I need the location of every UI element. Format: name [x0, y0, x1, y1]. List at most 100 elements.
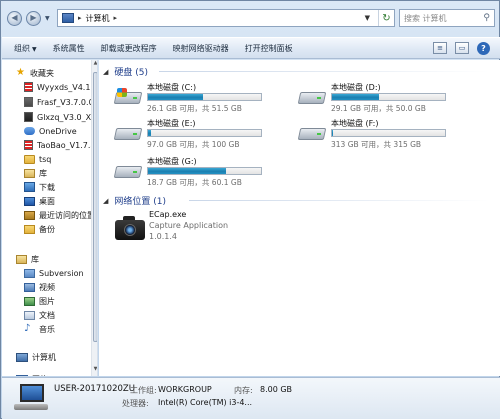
breadcrumb-computer[interactable]: 计算机 — [86, 13, 110, 24]
computer-name: USER-20171020ZU — [54, 384, 135, 394]
nav-lib-item[interactable]: ♪ 音乐 — [24, 322, 55, 336]
open-control-panel-button[interactable]: 打开控制面板 — [245, 43, 293, 54]
explorer-window: ◀ ▶ ▼ ▸ 计算机 ▸ ▼ ↻ 搜索 计算机 ⚲ 组织 ▼ 系统属性 卸载或更… — [0, 0, 500, 419]
navigation-pane: ★ 收藏夹 Wyyxds_V4.1.1. Frasf_V3.7.0.0_X Gl… — [2, 60, 98, 376]
nav-fav-item[interactable]: tsq — [24, 152, 51, 166]
address-row: ◀ ▶ ▼ ▸ 计算机 ▸ ▼ ↻ 搜索 计算机 ⚲ — [7, 7, 495, 29]
memory-value: 8.00 GB — [260, 385, 293, 394]
star-icon: ★ — [16, 67, 25, 78]
disks-group-header[interactable]: ◢ 硬盘 (5) — [103, 65, 148, 79]
nav-lib-item[interactable]: Subversion — [24, 266, 84, 280]
forward-button[interactable]: ▶ — [26, 10, 41, 26]
workgroup-value: WORKGROUP — [158, 385, 212, 394]
cpu-value: Intel(R) Core(TM) i3-4... — [158, 398, 253, 407]
library-icon — [24, 168, 35, 178]
hard-drive-icon — [113, 124, 143, 142]
network-location-ecap[interactable]: ECap.exe Capture Application 1.0.1.4 — [115, 210, 315, 250]
group-divider — [189, 200, 489, 201]
onedrive-icon — [24, 127, 35, 135]
drive-usage-bar — [147, 167, 262, 175]
collapse-icon[interactable]: ◢ — [103, 68, 108, 76]
download-icon — [24, 182, 35, 192]
nav-fav-item[interactable]: Wyyxds_V4.1.1. — [24, 80, 97, 94]
drive-c[interactable]: 本地磁盘 (C:) 26.1 GB 可用，共 51.5 GB — [113, 82, 295, 114]
preview-pane-icon[interactable]: ▭ — [455, 42, 469, 54]
nav-libraries[interactable]: 库 — [16, 252, 39, 266]
nav-fav-item[interactable]: Frasf_V3.7.0.0_X — [24, 95, 97, 109]
nav-fav-item[interactable]: 下载 — [24, 180, 55, 194]
file-icon — [24, 140, 33, 150]
system-drive-icon — [113, 88, 143, 106]
folder-icon — [24, 268, 35, 278]
file-icon — [24, 112, 33, 122]
nav-fav-item[interactable]: 桌面 — [24, 194, 55, 208]
network-icon — [16, 374, 28, 376]
scrollbar-thumb[interactable] — [93, 72, 97, 342]
hard-drive-icon — [297, 124, 327, 142]
system-properties-button[interactable]: 系统属性 — [53, 43, 85, 54]
uninstall-program-button[interactable]: 卸载或更改程序 — [101, 43, 157, 54]
nav-fav-item[interactable]: TaoBao_V1.7.8. — [24, 138, 97, 152]
drive-usage-bar — [147, 129, 262, 137]
music-icon: ♪ — [24, 323, 31, 334]
pictures-library-icon — [24, 296, 35, 306]
hard-drive-icon — [113, 162, 143, 180]
file-icon — [24, 82, 33, 92]
nav-fav-item[interactable]: 库 — [24, 166, 47, 180]
address-dropdown[interactable]: ▼ — [361, 14, 374, 22]
camera-icon — [115, 214, 145, 240]
scroll-up-arrow[interactable]: ▲ — [92, 60, 97, 68]
map-network-drive-button[interactable]: 映射网络驱动器 — [173, 43, 229, 54]
command-bar: 组织 ▼ 系统属性 卸载或更改程序 映射网络驱动器 打开控制面板 ≡ ▭ ? — [2, 37, 500, 59]
drive-e[interactable]: 本地磁盘 (E:) 97.0 GB 可用，共 100 GB — [113, 118, 295, 150]
nav-favorites[interactable]: ★ 收藏夹 — [16, 66, 54, 80]
help-icon[interactable]: ? — [477, 41, 490, 55]
back-button[interactable]: ◀ — [7, 10, 22, 26]
folder-icon — [24, 154, 35, 164]
search-input[interactable]: 搜索 计算机 ⚲ — [399, 9, 495, 27]
folder-icon — [24, 224, 35, 234]
computer-icon — [14, 384, 48, 412]
collapse-icon[interactable]: ◢ — [103, 197, 108, 205]
drive-d[interactable]: 本地磁盘 (D:) 29.1 GB 可用，共 50.0 GB — [297, 82, 479, 114]
cpu-label: 处理器: — [122, 399, 149, 408]
nav-lib-item[interactable]: 视频 — [24, 280, 55, 294]
network-group-header[interactable]: ◢ 网络位置 (1) — [103, 194, 166, 208]
drive-usage-bar — [331, 129, 446, 137]
documents-library-icon — [24, 310, 35, 320]
nav-fav-item[interactable]: 最近访问的位置 — [24, 208, 95, 222]
nav-fav-item[interactable]: Glxzq_V3.0_XiTo — [24, 110, 97, 124]
nav-scrollbar[interactable]: ▲ ▼ — [91, 60, 97, 376]
computer-icon — [16, 352, 28, 362]
view-options-icon[interactable]: ≡ — [433, 42, 447, 54]
recent-pages-dropdown[interactable]: ▼ — [45, 15, 53, 22]
workgroup-label: 工作组: — [130, 386, 157, 395]
refresh-icon[interactable]: ↻ — [378, 10, 394, 26]
organize-button[interactable]: 组织 ▼ — [14, 43, 37, 54]
content-pane: ◢ 硬盘 (5) 本地磁盘 (C:) 26.1 GB 可用，共 51.5 GB … — [99, 60, 500, 376]
search-icon[interactable]: ⚲ — [483, 13, 490, 23]
desktop-icon — [24, 196, 35, 206]
search-placeholder: 搜索 计算机 — [404, 13, 447, 23]
file-icon — [24, 97, 33, 107]
computer-icon — [62, 13, 74, 23]
hard-drive-icon — [297, 88, 327, 106]
group-divider — [159, 71, 489, 72]
nav-fav-item[interactable]: 备份 — [24, 222, 55, 236]
nav-network[interactable]: 网络 — [16, 372, 48, 376]
nav-lib-item[interactable]: 图片 — [24, 294, 55, 308]
scroll-down-arrow[interactable]: ▼ — [92, 366, 97, 374]
address-bar[interactable]: ▸ 计算机 ▸ ▼ ↻ — [57, 9, 395, 27]
drive-usage-bar — [331, 93, 446, 101]
memory-label: 内存: — [234, 386, 253, 395]
breadcrumb-separator[interactable]: ▸ — [114, 14, 118, 22]
drive-f[interactable]: 本地磁盘 (F:) 313 GB 可用，共 315 GB — [297, 118, 479, 150]
drive-usage-bar — [147, 93, 262, 101]
nav-computer[interactable]: 计算机 — [16, 350, 56, 364]
details-pane: USER-20171020ZU 工作组: WORKGROUP 内存: 8.00 … — [2, 377, 500, 419]
drive-g[interactable]: 本地磁盘 (G:) 18.7 GB 可用，共 60.1 GB — [113, 156, 295, 188]
video-library-icon — [24, 282, 35, 292]
nav-fav-item[interactable]: OneDrive — [24, 124, 77, 138]
nav-lib-item[interactable]: 文档 — [24, 308, 55, 322]
breadcrumb-separator[interactable]: ▸ — [78, 14, 82, 22]
